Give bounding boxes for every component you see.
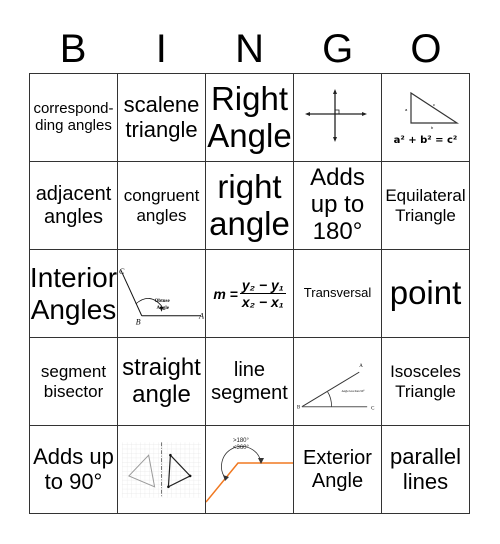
- bingo-cell[interactable]: Transversal: [294, 250, 382, 338]
- angle-caption: Angle less than 90°: [341, 388, 365, 392]
- perpendicular-lines-icon: [304, 88, 367, 142]
- cell-text: Transversal: [303, 285, 372, 301]
- reflection-triangles-icon: [121, 441, 202, 498]
- label-b: B: [136, 317, 141, 326]
- bingo-cell[interactable]: Adds up to 180°: [294, 162, 382, 250]
- label-b: b: [431, 125, 434, 130]
- right-triangle-icon: a c b: [405, 91, 459, 130]
- bingo-cell[interactable]: straight angle: [118, 338, 206, 426]
- obtuse-angle-icon: C B A Obtuse Angle: [119, 267, 204, 326]
- bingo-cell[interactable]: A B C Angle less than 90°: [294, 338, 382, 426]
- label-a: A: [198, 311, 204, 320]
- cell-text: Isosceles Triangle: [390, 362, 461, 401]
- bingo-cell[interactable]: parallel lines: [382, 426, 470, 514]
- bingo-cell[interactable]: right angle: [206, 162, 294, 250]
- cell-text: Right Angle: [207, 79, 292, 154]
- cell-text: correspond-ding angles: [33, 99, 114, 134]
- cell-text: Adds up to 180°: [310, 164, 365, 245]
- bingo-cell[interactable]: [294, 74, 382, 162]
- bingo-cell[interactable]: Interior Angles: [30, 250, 118, 338]
- bingo-cell[interactable]: Isosceles Triangle: [382, 338, 470, 426]
- bingo-cell[interactable]: adjacent angles: [30, 162, 118, 250]
- header-letter-g: G: [322, 27, 354, 71]
- caption-obtuse: Obtuse: [155, 298, 171, 303]
- bingo-cell[interactable]: segment bisector: [30, 338, 118, 426]
- bingo-cell[interactable]: Adds up to 90°: [30, 426, 118, 514]
- cell-text: straight angle: [122, 353, 201, 408]
- reflex-angle-icon: >180° <360°: [206, 438, 293, 503]
- label-c: C: [371, 406, 375, 411]
- bingo-cell[interactable]: Equilateral Triangle: [382, 162, 470, 250]
- bingo-card-grid: correspond-ding angles scalene triangle …: [29, 73, 470, 514]
- pythagorean-formula: a² + b² = c²: [393, 135, 458, 146]
- bingo-cell[interactable]: Exterior Angle: [294, 426, 382, 514]
- cell-text: segment bisector: [40, 362, 107, 401]
- reflex-label-min: >180°: [233, 438, 250, 444]
- cell-text: Equilateral Triangle: [385, 186, 466, 225]
- slope-denominator: x₂ − x₁: [241, 294, 284, 310]
- cell-text: point: [389, 274, 462, 312]
- bingo-cell[interactable]: C B A Obtuse Angle: [118, 250, 206, 338]
- bingo-cell[interactable]: >180° <360°: [206, 426, 294, 514]
- bingo-cell[interactable]: line segment: [206, 338, 294, 426]
- header-letter-i: I: [155, 27, 167, 71]
- label-a: A: [359, 364, 363, 369]
- header-letter-n: N: [235, 27, 264, 71]
- acute-angle-icon: A B C Angle less than 90°: [297, 364, 375, 412]
- cell-text: congruent angles: [123, 186, 200, 225]
- cell-text: Exterior Angle: [303, 447, 372, 492]
- cell-text: Interior Angles: [30, 262, 118, 325]
- slope-formula-icon: m = y₂ − y₁ x₂ − x₁: [213, 277, 286, 310]
- slope-lhs: m =: [213, 285, 238, 302]
- cell-text: line segment: [211, 359, 288, 404]
- bingo-cell[interactable]: a c b a² + b² = c²: [382, 74, 470, 162]
- label-c: c: [433, 102, 435, 107]
- header-letter-o: O: [410, 27, 442, 71]
- label-b: B: [297, 405, 301, 410]
- bingo-cell[interactable]: correspond-ding angles: [30, 74, 118, 162]
- bingo-header: B I N G O: [29, 26, 470, 72]
- label-c: C: [119, 267, 125, 276]
- bingo-cell[interactable]: Right Angle: [206, 74, 294, 162]
- cell-text: adjacent angles: [35, 183, 112, 228]
- cell-text: Adds up to 90°: [33, 443, 114, 494]
- bingo-cell[interactable]: congruent angles: [118, 162, 206, 250]
- cell-text: parallel lines: [390, 443, 461, 494]
- header-letter-b: B: [59, 27, 87, 71]
- bingo-cell[interactable]: [118, 426, 206, 514]
- bingo-cell[interactable]: scalene triangle: [118, 74, 206, 162]
- bingo-cell[interactable]: m = y₂ − y₁ x₂ − x₁: [206, 250, 294, 338]
- slope-fraction: y₂ − y₁ x₂ − x₁: [239, 277, 286, 310]
- caption-angle: Angle: [157, 305, 170, 310]
- reflex-label-max: <360°: [233, 445, 250, 451]
- cell-text: right angle: [209, 167, 290, 242]
- bingo-cell[interactable]: point: [382, 250, 470, 338]
- cell-text: scalene triangle: [123, 91, 200, 142]
- label-a: a: [405, 107, 408, 112]
- slope-numerator: y₂ − y₁: [239, 277, 286, 294]
